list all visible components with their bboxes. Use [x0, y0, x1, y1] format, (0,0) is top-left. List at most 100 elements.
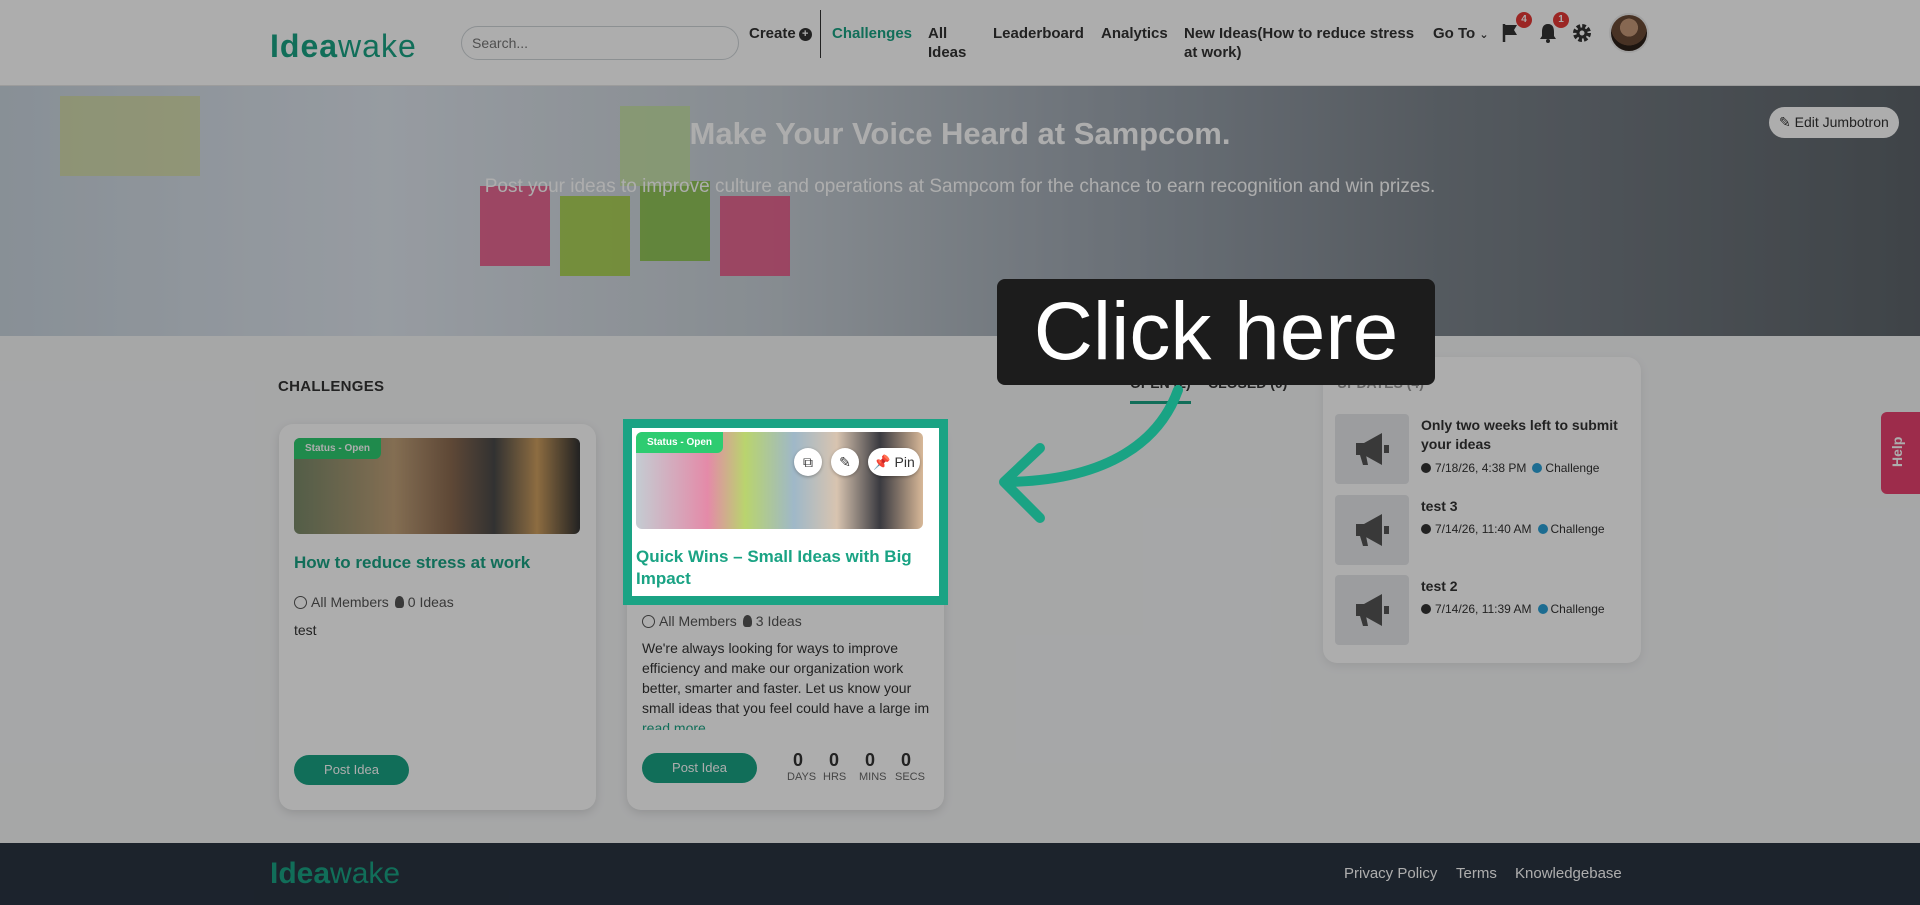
decorative-sticky-note: [560, 196, 630, 276]
update-time: 7/14/26, 11:40 AM: [1435, 522, 1532, 536]
copy-button[interactable]: ⧉: [794, 448, 822, 476]
challenge-icon: [1537, 524, 1548, 534]
footer-link-knowledgebase[interactable]: Knowledgebase: [1515, 865, 1622, 882]
nav-new-ideas-line2: at work): [1184, 44, 1242, 61]
challenge-audience: All Members: [311, 594, 389, 610]
update-title: test 3: [1421, 498, 1458, 514]
nav-analytics[interactable]: Analytics: [1101, 24, 1168, 43]
update-title: test 2: [1421, 578, 1458, 594]
updates-panel: UPDATES (4) Only two weeks left to submi…: [1323, 357, 1641, 663]
update-time: 7/18/26, 4:38 PM: [1435, 461, 1527, 475]
update-item[interactable]: Only two weeks left to submit your ideas…: [1335, 414, 1635, 484]
update-type: Challenge: [1550, 522, 1605, 536]
countdown-value: 0: [792, 750, 803, 770]
edit-jumbotron-button[interactable]: ✎ Edit Jumbotron: [1769, 107, 1899, 138]
decorative-sticky-note: [480, 186, 550, 266]
challenge-icon: [1532, 463, 1543, 473]
post-idea-button[interactable]: Post Idea: [642, 753, 757, 783]
globe-icon: [642, 615, 655, 628]
notifications-button[interactable]: 1: [1537, 12, 1569, 46]
challenge-meta: All Members 3 Ideas: [642, 613, 802, 629]
curved-arrow-icon: [999, 385, 1183, 523]
lightbulb-icon: [394, 596, 404, 608]
edit-icon: ✎: [839, 454, 851, 470]
challenge-card[interactable]: Status - Open How to reduce stress at wo…: [279, 424, 596, 810]
nav-all-ideas-line2: Ideas: [928, 44, 967, 61]
post-idea-button[interactable]: Post Idea: [294, 755, 409, 785]
pin-button[interactable]: 📌 Pin: [868, 448, 920, 476]
nav-create-label: Create: [749, 25, 796, 42]
footer: Ideawake Privacy Policy Terms Knowledgeb…: [0, 843, 1920, 905]
pin-icon: 📌: [873, 454, 891, 470]
edit-icon: ✎: [1779, 114, 1791, 130]
globe-icon: [294, 596, 307, 609]
help-label: Help: [1889, 436, 1905, 467]
click-here-callout: Click here: [997, 279, 1435, 385]
jumbotron: Make Your Voice Heard at Sampcom. Post y…: [0, 86, 1920, 336]
countdown-label: DAYS: [787, 771, 817, 783]
countdown-seconds: 0 SECS: [895, 750, 925, 783]
challenge-audience: All Members: [659, 613, 737, 629]
challenge-description: test: [294, 622, 317, 638]
update-type: Challenge: [1545, 461, 1600, 475]
challenge-icon: [1537, 604, 1548, 614]
update-meta: 7/14/26, 11:39 AM Challenge: [1421, 602, 1605, 616]
clock-icon: [1421, 463, 1431, 473]
update-title: Only two weeks left to submit your ideas: [1421, 417, 1618, 452]
user-avatar[interactable]: [1609, 13, 1649, 53]
jumbotron-subtitle: Post your ideas to improve culture and o…: [484, 176, 1436, 197]
update-item[interactable]: test 3 7/14/26, 11:40 AM Challenge: [1335, 495, 1635, 565]
countdown-value: 0: [900, 750, 911, 770]
nav-all-ideas[interactable]: All Ideas: [928, 24, 966, 62]
challenge-description: We're always looking for ways to improve…: [642, 640, 930, 716]
ideawake-logo[interactable]: Ideawake: [270, 28, 417, 65]
clock-icon: [1421, 604, 1431, 614]
nav-all-ideas-line1: All: [928, 25, 948, 42]
nav-leaderboard[interactable]: Leaderboard: [993, 24, 1084, 43]
notification-badge: 1: [1553, 12, 1569, 28]
clock-icon: [1421, 524, 1431, 534]
nav-new-ideas[interactable]: New Ideas(How to reduce stress at work): [1184, 24, 1419, 62]
footer-link-terms[interactable]: Terms: [1456, 865, 1497, 882]
nav-create[interactable]: Create +: [749, 24, 812, 43]
footer-link-privacy[interactable]: Privacy Policy: [1344, 865, 1437, 882]
challenge-idea-count: 0 Ideas: [407, 594, 454, 610]
nav-new-ideas-line1: New Ideas(How to reduce stress: [1184, 25, 1415, 42]
edit-button[interactable]: ✎: [831, 448, 859, 476]
challenge-image: Status - Open ⧉ ✎ 📌 Pin: [636, 432, 923, 529]
pin-label: Pin: [894, 454, 915, 470]
challenges-heading: CHALLENGES: [278, 378, 385, 395]
countdown-minutes: 0 MINS: [859, 750, 887, 783]
status-badge: Status - Open: [636, 432, 724, 453]
edit-jumbotron-label: Edit Jumbotron: [1794, 114, 1889, 130]
footer-logo-wake: wake: [330, 857, 401, 890]
footer-logo[interactable]: Ideawake: [270, 857, 400, 891]
nav-goto-label: Go To: [1433, 25, 1476, 42]
update-item[interactable]: test 2 7/14/26, 11:39 AM Challenge: [1335, 575, 1635, 645]
update-meta: 7/18/26, 4:38 PM Challenge: [1421, 461, 1599, 475]
countdown-label: HRS: [823, 771, 847, 783]
update-type: Challenge: [1550, 602, 1605, 616]
highlighted-challenge-card[interactable]: Status - Open ⧉ ✎ 📌 Pin Quick Wins – Sma…: [623, 419, 948, 605]
challenge-idea-count: 3 Ideas: [755, 613, 802, 629]
countdown-label: SECS: [895, 771, 925, 783]
challenge-title[interactable]: Quick Wins – Small Ideas with Big Impact: [636, 546, 936, 590]
logo-text-wake: wake: [338, 28, 417, 64]
countdown-hours: 0 HRS: [823, 750, 847, 783]
megaphone-icon: [1335, 414, 1409, 484]
settings-button[interactable]: [1571, 22, 1595, 46]
nav-goto[interactable]: Go To ⌄: [1433, 24, 1489, 45]
read-more-link[interactable]: read more: [642, 720, 706, 730]
challenge-title-line2: Impact: [636, 569, 691, 588]
countdown-timer: 0 DAYS 0 HRS 0 MINS 0 SECS: [787, 750, 925, 783]
footer-logo-idea: Idea: [270, 857, 331, 890]
flag-button[interactable]: 4: [1500, 12, 1532, 46]
countdown-value: 0: [828, 750, 839, 770]
help-tab[interactable]: Help: [1881, 412, 1920, 494]
top-header: Ideawake Create+ Challenges All Ideas Le…: [0, 0, 1920, 86]
nav-challenges[interactable]: Challenges: [832, 24, 912, 43]
search-input[interactable]: [461, 26, 739, 60]
challenge-title[interactable]: How to reduce stress at work: [294, 552, 584, 574]
megaphone-icon: [1335, 495, 1409, 565]
flag-badge: 4: [1516, 12, 1532, 28]
